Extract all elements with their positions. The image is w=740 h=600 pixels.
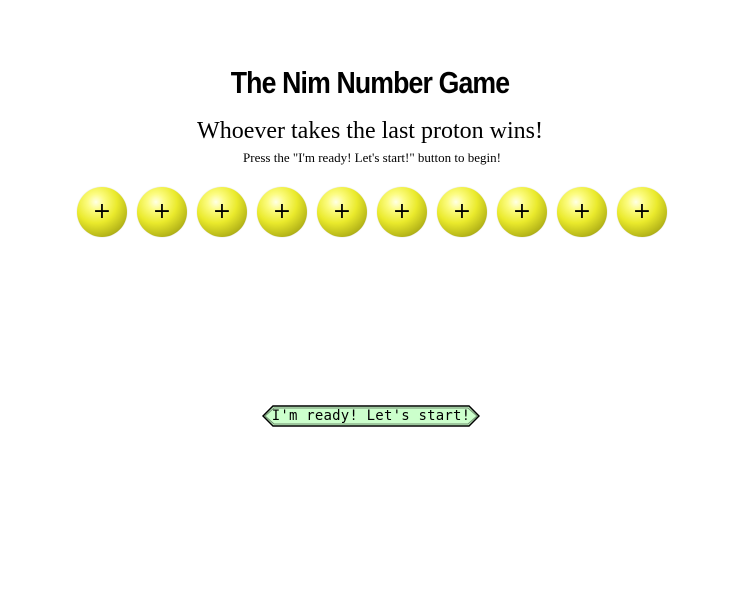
plus-icon: + [512, 199, 532, 224]
page-title: The Nim Number Game [230, 65, 510, 100]
proton-icon[interactable]: + [497, 187, 547, 237]
plus-icon: + [272, 199, 292, 224]
proton-icon[interactable]: + [377, 187, 427, 237]
plus-icon: + [632, 199, 652, 224]
plus-icon: + [212, 199, 232, 224]
start-button-label: I'm ready! Let's start! [271, 408, 471, 424]
game-subtitle: Whoever takes the last proton wins! [197, 118, 543, 144]
plus-icon: + [332, 199, 352, 224]
start-button[interactable]: I'm ready! Let's start! [262, 405, 480, 427]
proton-icon[interactable]: + [137, 187, 187, 237]
proton-icon[interactable]: + [197, 187, 247, 237]
plus-icon: + [572, 199, 592, 224]
plus-icon: + [152, 199, 172, 224]
plus-icon: + [392, 199, 412, 224]
plus-icon: + [452, 199, 472, 224]
proton-icon[interactable]: + [617, 187, 667, 237]
proton-icon[interactable]: + [557, 187, 607, 237]
game-instruction: Press the "I'm ready! Let's start!" butt… [243, 150, 501, 165]
proton-icon[interactable]: + [77, 187, 127, 237]
proton-icon[interactable]: + [437, 187, 487, 237]
proton-icon[interactable]: + [257, 187, 307, 237]
plus-icon: + [92, 199, 112, 224]
proton-row: + + + + + + + + + + [77, 187, 677, 237]
proton-icon[interactable]: + [317, 187, 367, 237]
